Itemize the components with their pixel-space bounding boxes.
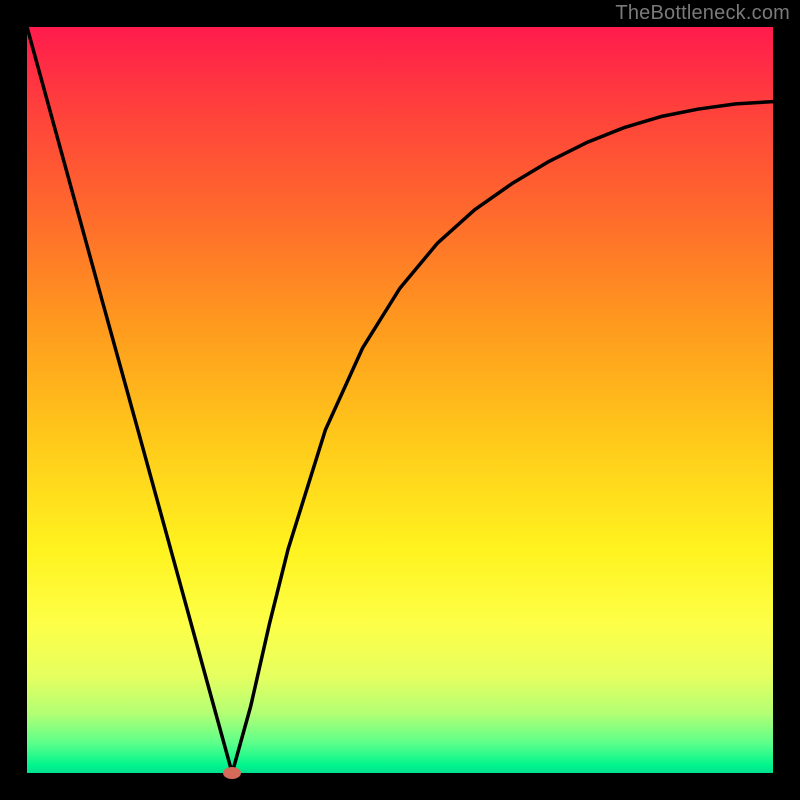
bottleneck-curve <box>27 27 773 773</box>
plot-area <box>27 27 773 773</box>
watermark-text: TheBottleneck.com <box>615 2 790 25</box>
minimum-marker <box>223 767 241 779</box>
